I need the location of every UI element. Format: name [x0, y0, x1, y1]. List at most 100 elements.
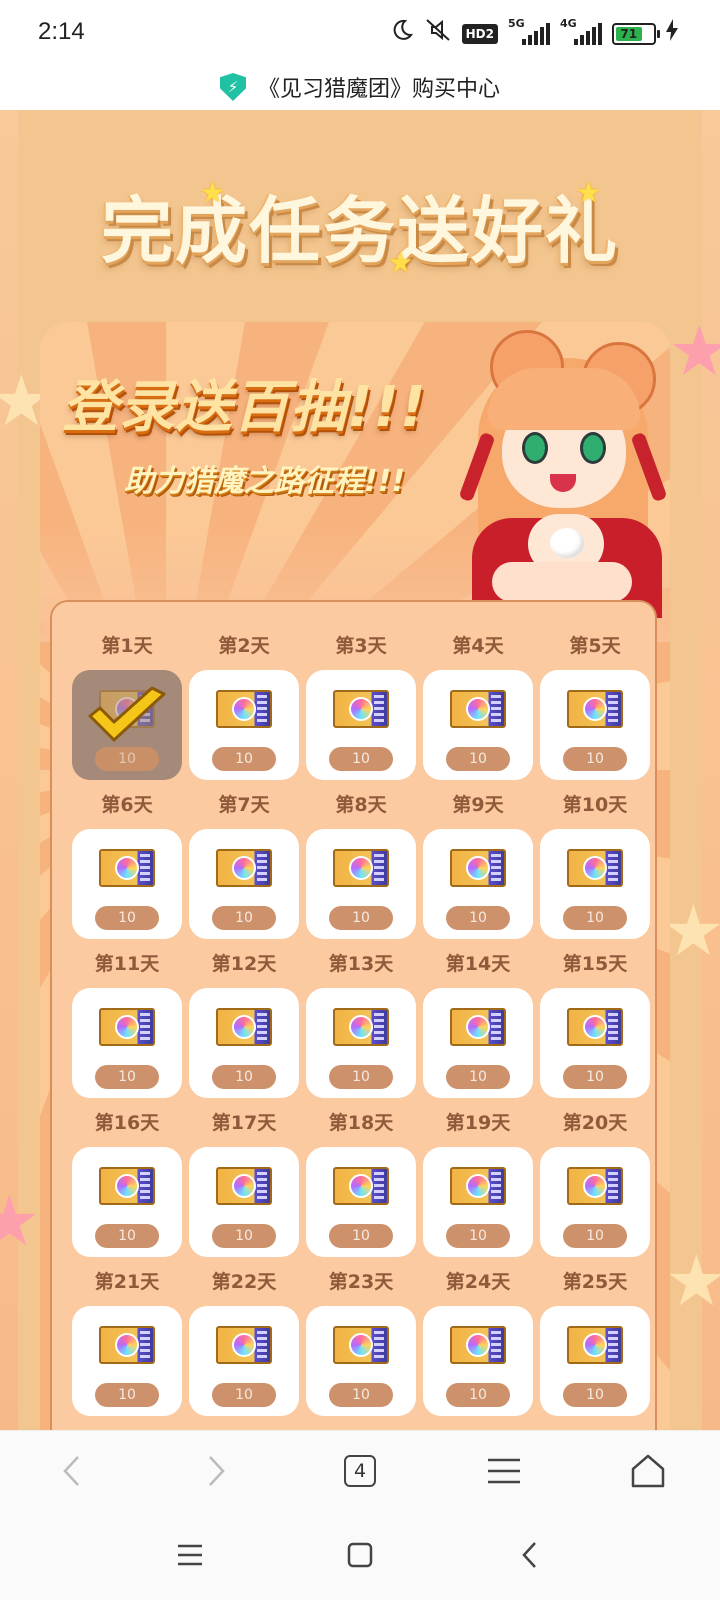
- mascot-character: [432, 322, 670, 618]
- reward-tile[interactable]: 10: [540, 1306, 650, 1416]
- draw-ticket-icon: [216, 849, 272, 887]
- reward-tile[interactable]: 10: [189, 988, 299, 1098]
- reward-day-2: 第2天 10: [189, 622, 299, 781]
- reward-count: 10: [446, 747, 510, 771]
- day-label: 第2天: [218, 635, 270, 657]
- reward-tile[interactable]: 10: [306, 1306, 416, 1416]
- draw-ticket-icon: [567, 1008, 623, 1046]
- day-label: 第18天: [328, 1112, 394, 1134]
- reward-tile[interactable]: 10: [423, 670, 533, 780]
- signal-icon: 4G: [560, 17, 602, 45]
- daily-rewards-panel: 第1天 10 第2天 10 第3天 10 第4天 10 第5天 10 第6天 10 第7天 10 第8天 10…: [50, 600, 657, 1430]
- day-label: 第11天: [94, 953, 160, 975]
- reward-day-9: 第9天 10: [423, 781, 533, 940]
- reward-day-4: 第4天 10: [423, 622, 533, 781]
- reward-tile[interactable]: 10: [72, 829, 182, 939]
- reward-day-1: 第1天 10: [72, 622, 182, 781]
- reward-day-18: 第18天 10: [306, 1099, 416, 1258]
- reward-day-12: 第12天 10: [189, 940, 299, 1099]
- reward-day-11: 第11天 10: [72, 940, 182, 1099]
- draw-ticket-icon: [567, 849, 623, 887]
- page-title-bar: ⚡ 《见习猎魔团》购买中心: [0, 64, 720, 110]
- reward-tile[interactable]: 10: [189, 829, 299, 939]
- reward-tile[interactable]: 10: [423, 988, 533, 1098]
- draw-ticket-icon: [450, 1008, 506, 1046]
- home-square-icon[interactable]: [330, 1530, 390, 1580]
- draw-ticket-icon: [450, 1326, 506, 1364]
- reward-tile-claimed[interactable]: 10: [72, 670, 182, 780]
- draw-ticket-icon: [216, 690, 272, 728]
- reward-tile[interactable]: 10: [423, 1147, 533, 1257]
- reward-count: 10: [212, 1224, 276, 1248]
- reward-count: 10: [563, 747, 627, 771]
- tabs-button[interactable]: 4: [330, 1446, 390, 1496]
- reward-day-20: 第20天 10: [540, 1099, 650, 1258]
- star-decoration-icon: ★: [665, 1240, 720, 1322]
- day-label: 第15天: [562, 953, 628, 975]
- reward-tile[interactable]: 10: [423, 1306, 533, 1416]
- menu-icon[interactable]: [474, 1446, 534, 1496]
- reward-count: 10: [212, 747, 276, 771]
- day-label: 第19天: [445, 1112, 511, 1134]
- browser-toolbar: 4: [0, 1430, 720, 1510]
- reward-count: 10: [95, 906, 159, 930]
- draw-ticket-icon: [567, 690, 623, 728]
- reward-tile[interactable]: 10: [423, 829, 533, 939]
- reward-tile[interactable]: 10: [540, 988, 650, 1098]
- day-label: 第3天: [335, 635, 387, 657]
- day-label: 第7天: [218, 794, 270, 816]
- battery-level: 71: [616, 27, 642, 41]
- reward-tile[interactable]: 10: [72, 988, 182, 1098]
- charging-icon: [666, 19, 678, 49]
- star-decoration-icon: ★: [0, 1180, 41, 1262]
- reward-tile[interactable]: 10: [540, 670, 650, 780]
- reward-tile[interactable]: 10: [306, 1147, 416, 1257]
- draw-ticket-icon: [216, 1167, 272, 1205]
- reward-day-5: 第5天 10: [540, 622, 650, 781]
- reward-tile[interactable]: 10: [540, 1147, 650, 1257]
- reward-tile[interactable]: 10: [540, 829, 650, 939]
- reward-tile[interactable]: 10: [72, 1147, 182, 1257]
- reward-tile[interactable]: 10: [189, 1147, 299, 1257]
- draw-ticket-icon: [333, 690, 389, 728]
- back-icon[interactable]: [500, 1530, 560, 1580]
- tabs-icon: 4: [344, 1454, 376, 1487]
- back-arrow-icon[interactable]: [42, 1446, 102, 1496]
- signal-icon: 5G: [508, 17, 550, 45]
- reward-tile[interactable]: 10: [189, 1306, 299, 1416]
- day-label: 第17天: [211, 1112, 277, 1134]
- reward-count: 10: [329, 1383, 393, 1407]
- draw-ticket-icon: [333, 849, 389, 887]
- reward-tile[interactable]: 10: [306, 829, 416, 939]
- draw-ticket-icon: [99, 849, 155, 887]
- web-content[interactable]: ★ ★ ★ ★ ★ 完成任务送好礼 ★ ★ ★ 登录送百抽!!! 助力猎魔之路征…: [0, 110, 720, 1430]
- reward-tile[interactable]: 10: [72, 1306, 182, 1416]
- reward-day-8: 第8天 10: [306, 781, 416, 940]
- draw-ticket-icon: [333, 1326, 389, 1364]
- day-label: 第21天: [94, 1271, 160, 1293]
- reward-tile[interactable]: 10: [306, 988, 416, 1098]
- reward-count: 10: [212, 1383, 276, 1407]
- forward-arrow-icon[interactable]: [186, 1446, 246, 1496]
- recents-icon[interactable]: [160, 1530, 220, 1580]
- reward-day-21: 第21天 10: [72, 1258, 182, 1417]
- reward-count: 10: [563, 1224, 627, 1248]
- draw-ticket-icon: [567, 1167, 623, 1205]
- day-label: 第1天: [101, 635, 153, 657]
- reward-day-7: 第7天 10: [189, 781, 299, 940]
- reward-day-24: 第24天 10: [423, 1258, 533, 1417]
- reward-tile[interactable]: 10: [189, 670, 299, 780]
- star-decoration-icon: ★: [668, 310, 720, 392]
- reward-count: 10: [95, 1224, 159, 1248]
- login-reward-card: 登录送百抽!!! 助力猎魔之路征程!!! 第1天 10 第2天 10 第3天 10 第4天 1…: [40, 322, 670, 1430]
- day-label: 第12天: [211, 953, 277, 975]
- reward-day-16: 第16天 10: [72, 1099, 182, 1258]
- reward-tile[interactable]: 10: [306, 670, 416, 780]
- draw-ticket-icon: [216, 1008, 272, 1046]
- status-bar: 2:14 HD2 5G 4G 71: [0, 0, 720, 64]
- home-icon[interactable]: [618, 1446, 678, 1496]
- draw-ticket-icon: [567, 1326, 623, 1364]
- hd-badge: HD2: [461, 24, 498, 44]
- headline: 完成任务送好礼: [100, 189, 619, 273]
- draw-ticket-icon: [99, 1167, 155, 1205]
